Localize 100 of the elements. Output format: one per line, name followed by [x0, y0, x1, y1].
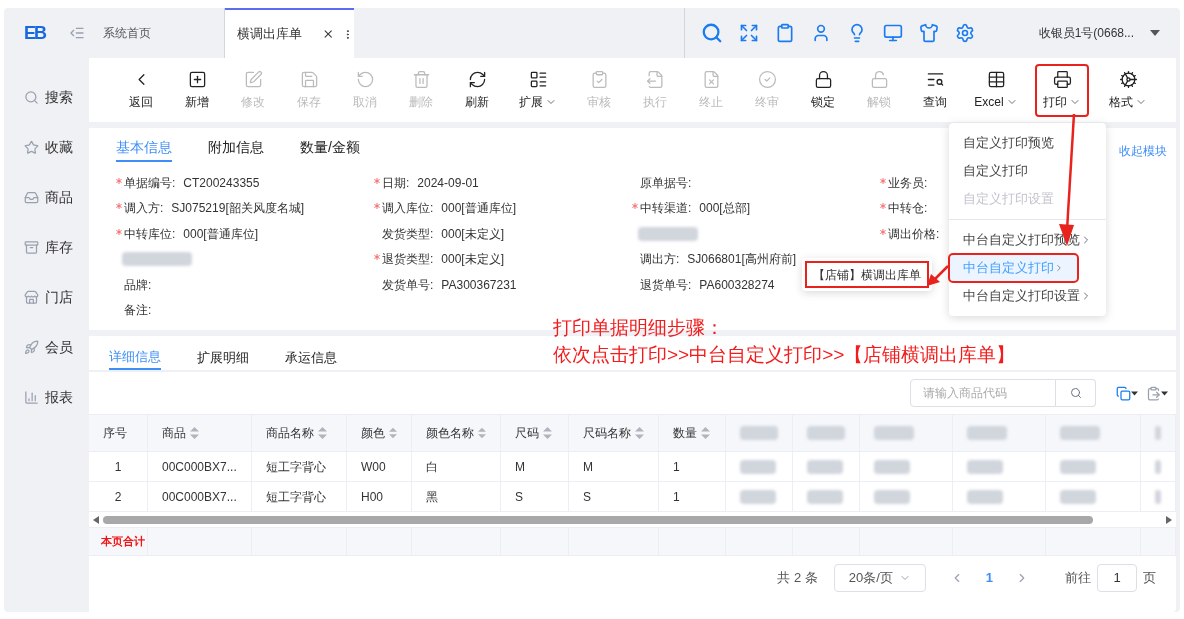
page-tab[interactable]: 横调出库单 [225, 8, 354, 58]
page-input[interactable]: 1 [1097, 564, 1137, 592]
toolbar-button[interactable]: 扩展 [511, 63, 565, 117]
caret-icon[interactable] [1131, 390, 1138, 396]
toolbar-button[interactable]: 锁定 [803, 63, 843, 117]
blurred-text [740, 426, 778, 440]
table-cell-text: 黑 [426, 488, 438, 506]
copy-icon[interactable] [1116, 385, 1131, 401]
section-tab[interactable]: 数量/金额 [300, 134, 360, 162]
search-button[interactable] [1056, 379, 1096, 407]
toolbar-button[interactable]: 查询 [915, 63, 955, 117]
sort-icon[interactable] [318, 427, 327, 439]
sidebar-item[interactable]: 搜索 [45, 86, 73, 108]
list-icon [528, 69, 548, 89]
field-label: 中转渠道: [640, 200, 692, 218]
blurred-text [807, 489, 843, 504]
scroll-left-icon[interactable] [93, 515, 99, 524]
field-label: 调入方: [124, 200, 164, 218]
blurred-text [638, 226, 698, 241]
blurred-text [967, 489, 1003, 504]
lock-icon [813, 69, 833, 89]
toolbar-button[interactable]: Excel [966, 63, 1026, 117]
blurred-text [1155, 426, 1161, 440]
sort-icon[interactable] [543, 427, 552, 439]
save-icon [299, 69, 319, 89]
column-header[interactable]: 商品名称 [266, 424, 314, 442]
toolbar-button[interactable]: 打印 [1035, 63, 1089, 117]
tab-label[interactable]: 横调出库单 [237, 24, 302, 44]
toolbar-button[interactable]: 刷新 [457, 63, 497, 117]
search-icon[interactable] [700, 22, 723, 44]
section-tab[interactable]: 附加信息 [208, 134, 264, 162]
menu-item[interactable]: 【店铺】横调出库单 [805, 261, 929, 288]
star-icon [24, 139, 39, 155]
caret-icon[interactable] [1150, 30, 1160, 36]
field-label: 调出价格: [888, 225, 940, 243]
table-cell-text: W00 [361, 458, 386, 476]
column-header[interactable]: 序号 [103, 424, 127, 442]
column-header[interactable]: 商品 [162, 424, 186, 442]
page-size-select[interactable]: 20条/页 [833, 564, 926, 592]
rocket-icon [24, 339, 39, 355]
caret-icon[interactable] [1161, 390, 1168, 396]
table-cell-text: 短工字背心 [266, 488, 326, 506]
sidebar-item[interactable]: 库存 [45, 236, 73, 258]
sort-icon[interactable] [389, 427, 397, 439]
table-cell-text: M [583, 458, 593, 476]
sidebar-item[interactable]: 商品 [45, 186, 73, 208]
table-cell-text: 短工字背心 [266, 458, 326, 476]
column-header[interactable]: 颜色名称 [426, 424, 474, 442]
toolbar-button[interactable]: 返回 [121, 63, 161, 117]
expand-icon[interactable] [738, 23, 759, 43]
menu-item[interactable]: 自定义打印预览 [949, 129, 1106, 157]
menu-fold-icon[interactable] [69, 25, 85, 41]
blurred-text [1155, 459, 1161, 474]
blurred-text [1060, 459, 1096, 474]
column-header[interactable]: 数量 [673, 424, 697, 442]
scroll-right-icon[interactable] [1166, 515, 1172, 524]
menu-item[interactable]: 中台自定义打印设置 [949, 282, 1106, 310]
store-icon [24, 289, 39, 305]
settings-icon [1118, 69, 1138, 89]
table-cell-text: 1 [673, 488, 680, 506]
close-icon[interactable] [322, 27, 335, 41]
detail-tab[interactable]: 承运信息 [285, 346, 337, 370]
blurred-text [967, 426, 1007, 440]
column-header[interactable]: 颜色 [361, 424, 385, 442]
sidebar-item[interactable]: 报表 [45, 386, 73, 408]
app-logo: EB [24, 21, 45, 45]
search-icon [1069, 387, 1082, 399]
menu-item[interactable]: 自定义打印 [949, 157, 1106, 185]
field-value: 000[普通库位] [183, 225, 259, 243]
column-header[interactable]: 尺码 [515, 424, 539, 442]
blurred-text [740, 459, 776, 474]
sidebar-item[interactable]: 收藏 [45, 136, 73, 158]
tab-label[interactable]: 系统首页 [103, 24, 151, 42]
sidebar-item[interactable]: 会员 [45, 336, 73, 358]
column-header[interactable]: 尺码名称 [583, 424, 631, 442]
blurred-text [967, 459, 1003, 474]
table-cell-text: 1 [673, 458, 680, 476]
edit-icon [243, 69, 263, 89]
sort-icon[interactable] [478, 427, 486, 439]
sort-icon[interactable] [701, 427, 710, 439]
unlock-icon [869, 69, 889, 89]
search-field[interactable]: 请输入商品代码 [910, 379, 1056, 407]
blurred-text [1155, 489, 1161, 504]
table-cell-text: M [515, 458, 525, 476]
sort-icon[interactable] [190, 427, 199, 439]
field-label: 品牌: [124, 276, 152, 294]
field-value: SJ066801[高州府前] [687, 251, 797, 269]
detail-tab[interactable]: 扩展明细 [197, 346, 249, 370]
user-name[interactable]: 收银员1号(0668... [1038, 24, 1134, 42]
table-cell-text: 00C000BX7... [162, 488, 237, 506]
sort-icon[interactable] [635, 427, 644, 439]
monitor-icon[interactable] [882, 23, 903, 43]
field-label: 调入库位: [382, 200, 434, 218]
toolbar-button[interactable]: 格式 [1101, 63, 1155, 117]
shirt-icon[interactable] [918, 23, 939, 43]
sidebar-item[interactable]: 门店 [45, 286, 73, 308]
field-value: PA600328274 [699, 276, 775, 294]
field-label: 备注: [124, 302, 152, 320]
settings-icon[interactable] [954, 23, 975, 43]
toolbar-button[interactable]: 新增 [177, 63, 217, 117]
